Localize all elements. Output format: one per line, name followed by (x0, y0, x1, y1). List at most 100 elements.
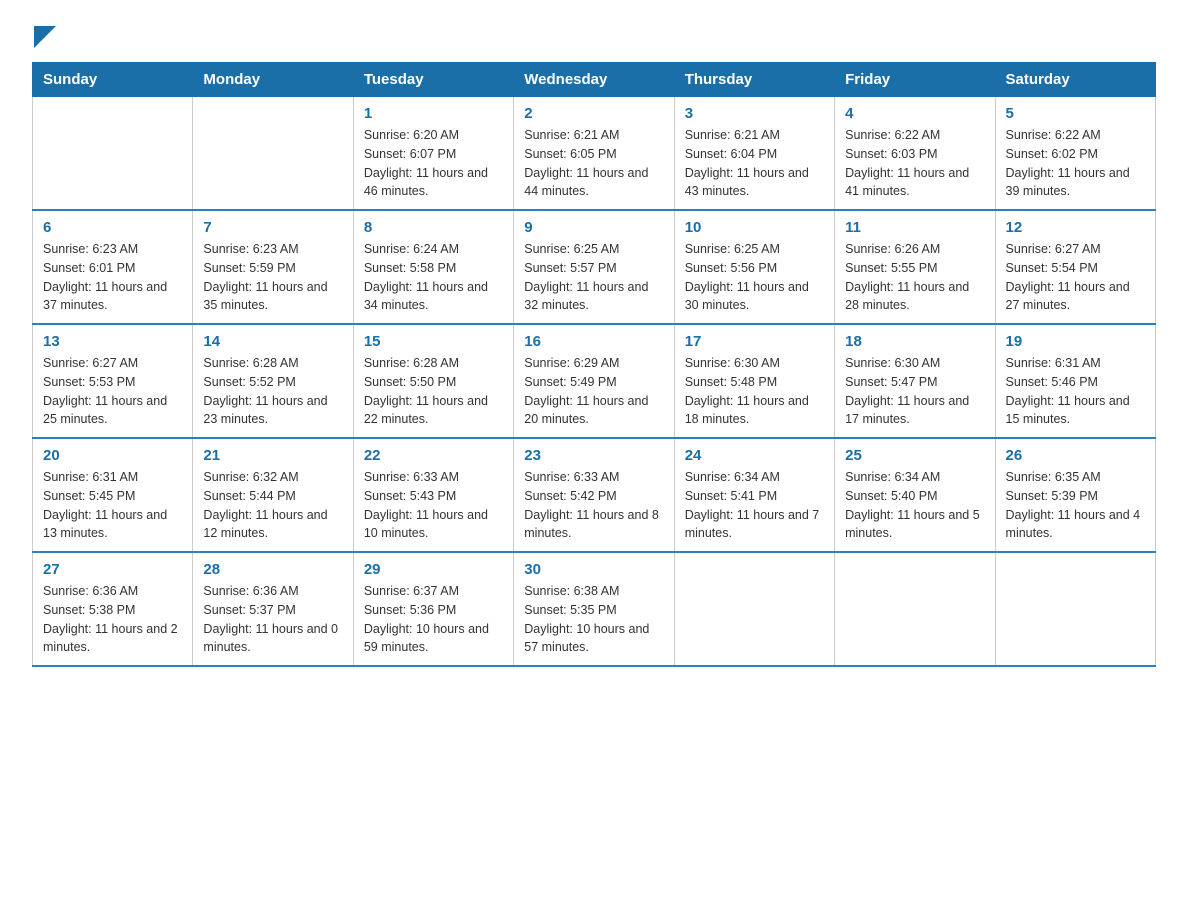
day-number: 27 (43, 561, 182, 578)
day-cell: 24 Sunrise: 6:34 AMSunset: 5:41 PMDayligh… (674, 438, 834, 552)
day-number: 3 (685, 105, 824, 122)
day-detail: Sunrise: 6:27 AMSunset: 5:53 PMDaylight:… (43, 354, 182, 429)
day-detail: Sunrise: 6:22 AMSunset: 6:03 PMDaylight:… (845, 126, 984, 201)
day-header-tuesday: Tuesday (353, 63, 513, 97)
week-row-2: 6 Sunrise: 6:23 AMSunset: 6:01 PMDaylight… (33, 210, 1156, 324)
day-cell: 17 Sunrise: 6:30 AMSunset: 5:48 PMDayligh… (674, 324, 834, 438)
day-detail: Sunrise: 6:36 AMSunset: 5:38 PMDaylight:… (43, 582, 182, 657)
day-cell (835, 552, 995, 666)
day-number: 23 (524, 447, 663, 464)
week-row-3: 13 Sunrise: 6:27 AMSunset: 5:53 PMDayligh… (33, 324, 1156, 438)
calendar-header: SundayMondayTuesdayWednesdayThursdayFrid… (33, 63, 1156, 97)
day-cell: 28 Sunrise: 6:36 AMSunset: 5:37 PMDayligh… (193, 552, 353, 666)
day-detail: Sunrise: 6:28 AMSunset: 5:50 PMDaylight:… (364, 354, 503, 429)
day-detail: Sunrise: 6:22 AMSunset: 6:02 PMDaylight:… (1006, 126, 1145, 201)
week-row-1: 1 Sunrise: 6:20 AMSunset: 6:07 PMDaylight… (33, 97, 1156, 211)
day-detail: Sunrise: 6:25 AMSunset: 5:57 PMDaylight:… (524, 240, 663, 315)
day-header-wednesday: Wednesday (514, 63, 674, 97)
day-cell: 19 Sunrise: 6:31 AMSunset: 5:46 PMDayligh… (995, 324, 1155, 438)
day-detail: Sunrise: 6:20 AMSunset: 6:07 PMDaylight:… (364, 126, 503, 201)
day-cell: 10 Sunrise: 6:25 AMSunset: 5:56 PMDayligh… (674, 210, 834, 324)
day-detail: Sunrise: 6:32 AMSunset: 5:44 PMDaylight:… (203, 468, 342, 543)
day-detail: Sunrise: 6:37 AMSunset: 5:36 PMDaylight:… (364, 582, 503, 657)
day-cell (33, 97, 193, 211)
day-cell: 7 Sunrise: 6:23 AMSunset: 5:59 PMDaylight… (193, 210, 353, 324)
day-number: 2 (524, 105, 663, 122)
day-cell: 8 Sunrise: 6:24 AMSunset: 5:58 PMDaylight… (353, 210, 513, 324)
day-detail: Sunrise: 6:36 AMSunset: 5:37 PMDaylight:… (203, 582, 342, 657)
day-detail: Sunrise: 6:33 AMSunset: 5:42 PMDaylight:… (524, 468, 663, 543)
day-number: 10 (685, 219, 824, 236)
day-number: 4 (845, 105, 984, 122)
day-detail: Sunrise: 6:27 AMSunset: 5:54 PMDaylight:… (1006, 240, 1145, 315)
day-detail: Sunrise: 6:31 AMSunset: 5:45 PMDaylight:… (43, 468, 182, 543)
day-cell: 1 Sunrise: 6:20 AMSunset: 6:07 PMDaylight… (353, 97, 513, 211)
day-cell: 27 Sunrise: 6:36 AMSunset: 5:38 PMDayligh… (33, 552, 193, 666)
logo-icon (34, 26, 56, 48)
day-number: 1 (364, 105, 503, 122)
day-number: 13 (43, 333, 182, 350)
day-detail: Sunrise: 6:25 AMSunset: 5:56 PMDaylight:… (685, 240, 824, 315)
day-detail: Sunrise: 6:23 AMSunset: 6:01 PMDaylight:… (43, 240, 182, 315)
day-detail: Sunrise: 6:30 AMSunset: 5:47 PMDaylight:… (845, 354, 984, 429)
day-cell: 14Sunrise: 6:28 AMSunset: 5:52 PMDayligh… (193, 324, 353, 438)
day-detail: Sunrise: 6:31 AMSunset: 5:46 PMDaylight:… (1006, 354, 1145, 429)
day-detail: Sunrise: 6:24 AMSunset: 5:58 PMDaylight:… (364, 240, 503, 315)
day-cell: 30Sunrise: 6:38 AMSunset: 5:35 PMDayligh… (514, 552, 674, 666)
day-cell: 23 Sunrise: 6:33 AMSunset: 5:42 PMDayligh… (514, 438, 674, 552)
day-cell: 3 Sunrise: 6:21 AMSunset: 6:04 PMDaylight… (674, 97, 834, 211)
day-number: 12 (1006, 219, 1145, 236)
day-number: 15 (364, 333, 503, 350)
day-cell: 16 Sunrise: 6:29 AMSunset: 5:49 PMDayligh… (514, 324, 674, 438)
day-cell: 2 Sunrise: 6:21 AMSunset: 6:05 PMDaylight… (514, 97, 674, 211)
day-cell: 12 Sunrise: 6:27 AMSunset: 5:54 PMDayligh… (995, 210, 1155, 324)
day-cell: 26 Sunrise: 6:35 AMSunset: 5:39 PMDayligh… (995, 438, 1155, 552)
day-number: 6 (43, 219, 182, 236)
day-header-sunday: Sunday (33, 63, 193, 97)
day-cell: 20 Sunrise: 6:31 AMSunset: 5:45 PMDayligh… (33, 438, 193, 552)
day-cell: 25 Sunrise: 6:34 AMSunset: 5:40 PMDayligh… (835, 438, 995, 552)
day-detail: Sunrise: 6:34 AMSunset: 5:40 PMDaylight:… (845, 468, 984, 543)
day-number: 19 (1006, 333, 1145, 350)
day-number: 8 (364, 219, 503, 236)
day-number: 28 (203, 561, 342, 578)
day-number: 26 (1006, 447, 1145, 464)
day-header-saturday: Saturday (995, 63, 1155, 97)
day-cell: 4 Sunrise: 6:22 AMSunset: 6:03 PMDaylight… (835, 97, 995, 211)
day-header-friday: Friday (835, 63, 995, 97)
day-number: 29 (364, 561, 503, 578)
day-detail: Sunrise: 6:21 AMSunset: 6:04 PMDaylight:… (685, 126, 824, 201)
day-detail: Sunrise: 6:30 AMSunset: 5:48 PMDaylight:… (685, 354, 824, 429)
day-number: 18 (845, 333, 984, 350)
day-detail: Sunrise: 6:34 AMSunset: 5:41 PMDaylight:… (685, 468, 824, 543)
day-number: 7 (203, 219, 342, 236)
day-number: 20 (43, 447, 182, 464)
day-cell: 9Sunrise: 6:25 AMSunset: 5:57 PMDaylight… (514, 210, 674, 324)
day-detail: Sunrise: 6:35 AMSunset: 5:39 PMDaylight:… (1006, 468, 1145, 543)
calendar-table: SundayMondayTuesdayWednesdayThursdayFrid… (32, 62, 1156, 667)
day-cell: 29 Sunrise: 6:37 AMSunset: 5:36 PMDayligh… (353, 552, 513, 666)
day-number: 17 (685, 333, 824, 350)
logo (32, 24, 56, 44)
day-cell: 18 Sunrise: 6:30 AMSunset: 5:47 PMDayligh… (835, 324, 995, 438)
calendar-body: 1 Sunrise: 6:20 AMSunset: 6:07 PMDaylight… (33, 97, 1156, 667)
day-number: 24 (685, 447, 824, 464)
day-number: 21 (203, 447, 342, 464)
day-cell (995, 552, 1155, 666)
day-detail: Sunrise: 6:26 AMSunset: 5:55 PMDaylight:… (845, 240, 984, 315)
week-row-5: 27 Sunrise: 6:36 AMSunset: 5:38 PMDayligh… (33, 552, 1156, 666)
day-number: 16 (524, 333, 663, 350)
day-number: 11 (845, 219, 984, 236)
day-detail: Sunrise: 6:29 AMSunset: 5:49 PMDaylight:… (524, 354, 663, 429)
day-cell: 11 Sunrise: 6:26 AMSunset: 5:55 PMDayligh… (835, 210, 995, 324)
week-row-4: 20 Sunrise: 6:31 AMSunset: 5:45 PMDayligh… (33, 438, 1156, 552)
day-cell: 21 Sunrise: 6:32 AMSunset: 5:44 PMDayligh… (193, 438, 353, 552)
day-number: 5 (1006, 105, 1145, 122)
day-number: 25 (845, 447, 984, 464)
day-number: 14 (203, 333, 342, 350)
day-cell (193, 97, 353, 211)
day-detail: Sunrise: 6:23 AMSunset: 5:59 PMDaylight:… (203, 240, 342, 315)
day-number: 22 (364, 447, 503, 464)
day-detail: Sunrise: 6:21 AMSunset: 6:05 PMDaylight:… (524, 126, 663, 201)
day-detail: Sunrise: 6:38 AMSunset: 5:35 PMDaylight:… (524, 582, 663, 657)
